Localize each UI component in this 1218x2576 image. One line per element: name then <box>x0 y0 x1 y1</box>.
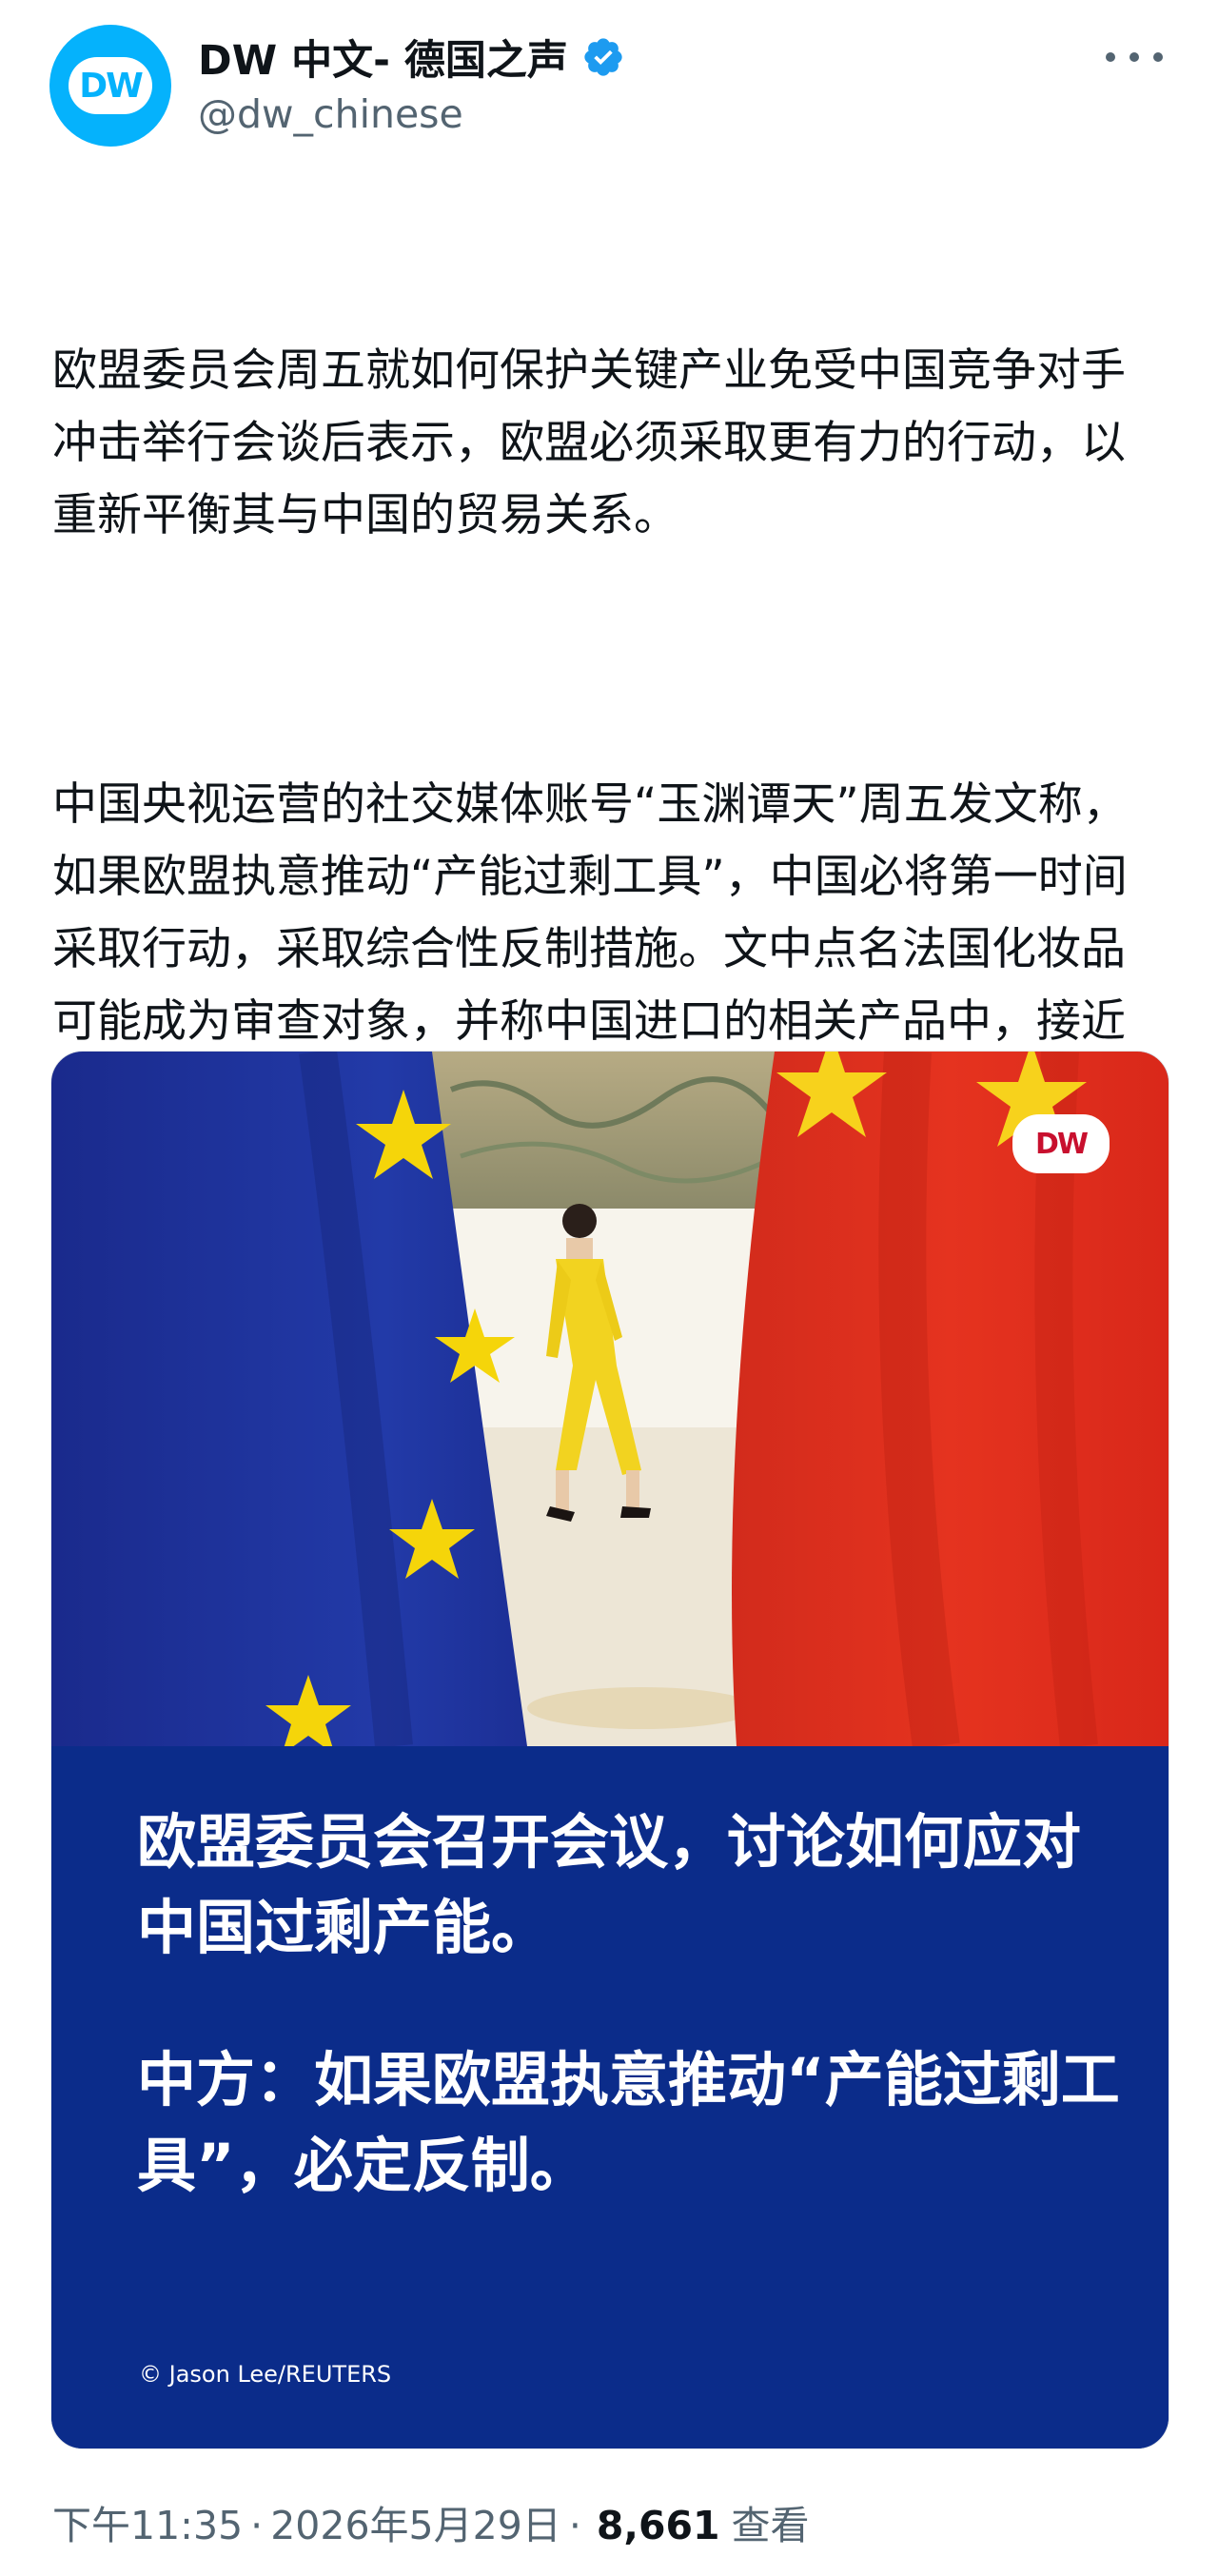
dw-logo: DW <box>1012 1114 1110 1173</box>
meta-separator: · <box>250 2503 264 2548</box>
avatar-logo: DW <box>69 57 152 114</box>
caption-paragraph: 中方：如果欧盟执意推动“产能过剩工具”，必定反制。 <box>137 2045 1120 2200</box>
verified-badge-icon <box>584 38 622 76</box>
tweet-media-image[interactable]: DW 欧盟委员会召开会议，讨论如何应对中国过剩产能。 中方：如果欧盟执意推动“产… <box>50 1051 1169 2449</box>
media-caption-panel: 欧盟委员会召开会议，讨论如何应对中国过剩产能。 中方：如果欧盟执意推动“产能过剩… <box>51 1746 1169 2448</box>
more-dot <box>1153 52 1163 62</box>
more-dot <box>1106 52 1115 62</box>
post-date[interactable]: 2026年5月29日 <box>270 2493 561 2550</box>
author-name-row[interactable]: DW 中文- 德国之声 <box>198 29 625 86</box>
author-display-name[interactable]: DW 中文- 德国之声 <box>198 28 568 87</box>
post-time[interactable]: 下午11:35 <box>52 2493 243 2550</box>
author-handle[interactable]: @dw_chinese <box>198 91 463 137</box>
more-options-icon[interactable] <box>1106 40 1163 74</box>
avatar[interactable]: DW <box>49 25 171 147</box>
views-label: 查看 <box>731 2503 810 2548</box>
tweet-paragraph: 欧盟委员会周五就如何保护关键产业免受中国竞争对手冲击举行会谈后表示，欧盟必须采取… <box>52 344 1126 541</box>
more-dot <box>1130 52 1139 62</box>
caption-paragraph: 欧盟委员会召开会议，讨论如何应对中国过剩产能。 <box>137 1807 1082 1962</box>
media-caption: 欧盟委员会召开会议，讨论如何应对中国过剩产能。 中方：如果欧盟执意推动“产能过剩… <box>137 1799 1127 2209</box>
photo-credit: © Jason Lee/REUTERS <box>139 2361 392 2388</box>
meta-separator: · <box>568 2503 581 2548</box>
media-photo: DW <box>51 1052 1169 1746</box>
views-count[interactable]: 8,661 <box>597 2503 720 2548</box>
eu-china-flags-photo <box>51 1052 1169 1746</box>
tweet-meta: 下午11:35 · 2026年5月29日 · 8,661 查看 <box>52 2493 810 2550</box>
tweet-header: DW DW 中文- 德国之声 @dw_chinese <box>49 25 1172 148</box>
